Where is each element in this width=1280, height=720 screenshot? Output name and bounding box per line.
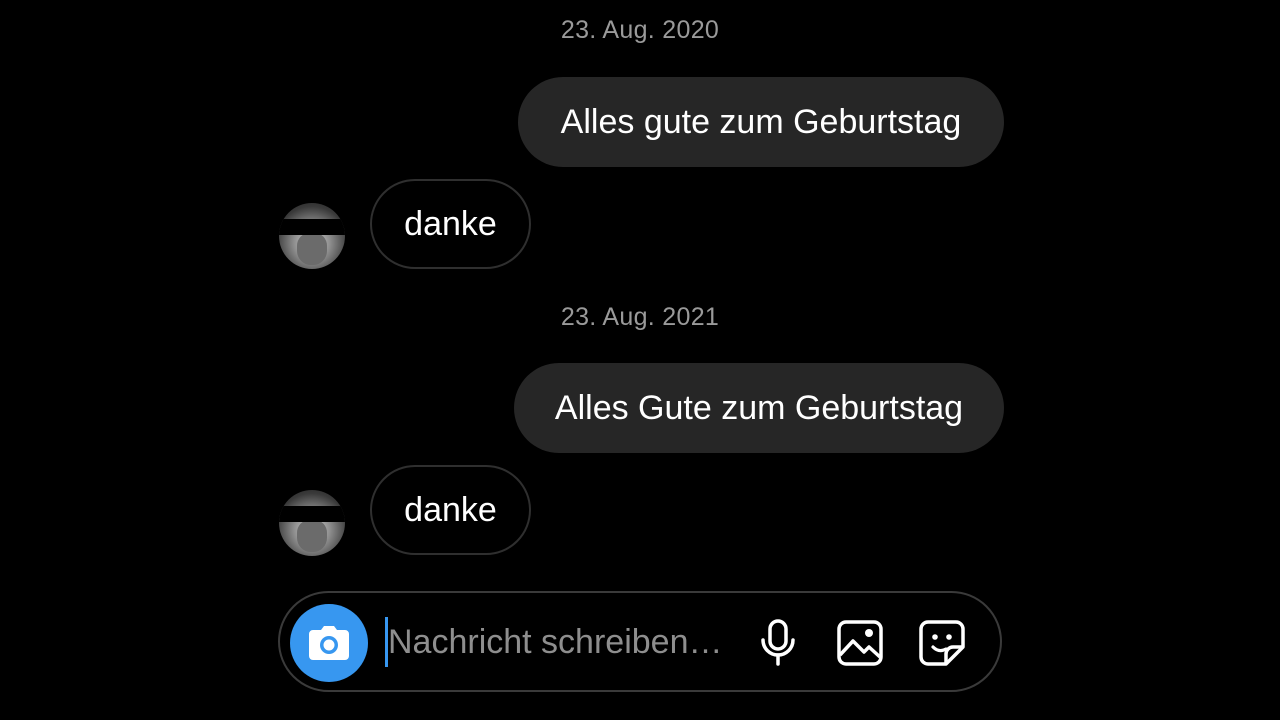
date-separator: 23. Aug. 2020 xyxy=(560,16,720,44)
sent-message[interactable]: Alles Gute zum Geburtstag xyxy=(514,363,1004,453)
camera-button[interactable] xyxy=(290,604,368,682)
gallery-button[interactable] xyxy=(832,615,888,671)
chat-screen: 23. Aug. 2020 Alles gute zum Geburtstag … xyxy=(0,0,1280,720)
microphone-button[interactable] xyxy=(750,615,806,671)
microphone-icon xyxy=(761,619,795,666)
avatar[interactable] xyxy=(279,490,345,556)
received-message[interactable]: danke xyxy=(370,179,531,269)
avatar[interactable] xyxy=(279,203,345,269)
received-message[interactable]: danke xyxy=(370,465,531,555)
message-composer xyxy=(278,591,1002,692)
camera-icon xyxy=(309,626,349,660)
avatar-figure xyxy=(297,233,327,265)
sent-message[interactable]: Alles gute zum Geburtstag xyxy=(518,77,1004,167)
avatar-redaction-bar xyxy=(279,506,345,522)
gallery-icon xyxy=(837,620,883,666)
avatar-figure xyxy=(297,520,327,552)
avatar-redaction-bar xyxy=(279,219,345,235)
sticker-button[interactable] xyxy=(914,615,970,671)
sticker-icon xyxy=(919,620,965,666)
date-separator: 23. Aug. 2021 xyxy=(560,303,720,331)
message-input[interactable] xyxy=(388,619,738,665)
